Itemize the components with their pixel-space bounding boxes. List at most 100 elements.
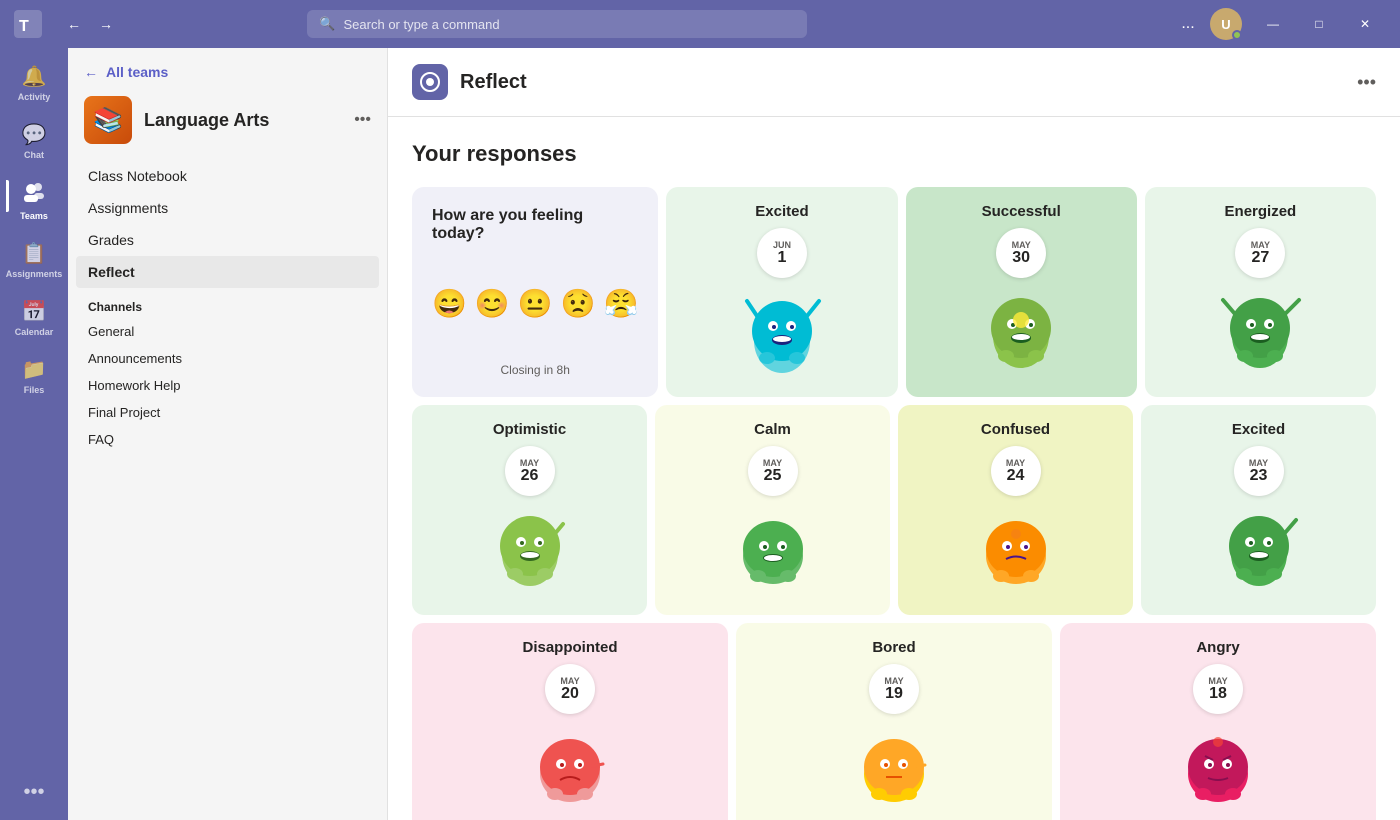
card-title-calm: Calm: [754, 421, 791, 438]
date-day: 27: [1251, 250, 1269, 266]
checkin-question: How are you feeling today?: [432, 207, 638, 243]
left-rail: 🔔 Activity 💬 Chat Teams 📋 Assignments �: [0, 48, 68, 820]
card-title-confused: Confused: [981, 421, 1050, 438]
monster-bored: [849, 722, 939, 817]
date-day: 19: [885, 686, 903, 702]
rail-more-button[interactable]: •••: [19, 773, 48, 812]
sidebar-item-assignments[interactable]: 📋 Assignments: [6, 233, 62, 287]
assignments-icon: 📋: [22, 241, 47, 266]
response-card-excited-may23[interactable]: Excited MAY 23: [1141, 405, 1376, 615]
nav-buttons: ← →: [60, 10, 120, 38]
all-teams-back-button[interactable]: ←: [84, 64, 98, 80]
close-button[interactable]: ✕: [1342, 0, 1388, 48]
titlebar-actions: ... U — □ ✕: [1174, 0, 1388, 48]
closing-text: Closing in 8h: [432, 363, 638, 377]
sidebar-item-files[interactable]: 📁 Files: [6, 349, 62, 403]
channel-general[interactable]: General: [68, 318, 387, 345]
emoji-happy[interactable]: 😊: [475, 287, 510, 320]
sidebar-item-teams[interactable]: Teams: [6, 172, 62, 229]
row2-grid: Optimistic MAY 26: [412, 405, 1376, 615]
reflect-label: Reflect: [88, 264, 135, 280]
monster-confused: [971, 504, 1061, 599]
response-card-successful[interactable]: Successful MAY 30: [906, 187, 1137, 397]
minimize-button[interactable]: —: [1250, 0, 1296, 48]
nav-assignments[interactable]: Assignments: [76, 192, 379, 224]
monster-optimistic: [485, 504, 575, 599]
card-date-jun1: JUN 1: [757, 228, 807, 278]
team-menu-button[interactable]: •••: [354, 111, 371, 129]
response-card-bored[interactable]: Bored MAY 19: [736, 623, 1052, 820]
assignments-label: Assignments: [88, 200, 168, 216]
card-title-disappointed: Disappointed: [522, 639, 617, 656]
files-icon: 📁: [22, 357, 47, 382]
monster-excited2: [1214, 504, 1304, 599]
emoji-neutral[interactable]: 😐: [518, 287, 553, 320]
nav-class-notebook[interactable]: Class Notebook: [76, 160, 379, 192]
date-day: 1: [778, 250, 787, 266]
response-card-angry[interactable]: Angry MAY 18: [1060, 623, 1376, 820]
avatar-initials: U: [1221, 17, 1230, 32]
all-teams-label: All teams: [106, 64, 168, 80]
main-content: Reflect ••• Your responses How are you f…: [388, 48, 1400, 820]
more-options-button[interactable]: ...: [1174, 10, 1202, 38]
response-card-disappointed[interactable]: Disappointed MAY 20: [412, 623, 728, 820]
class-notebook-label: Class Notebook: [88, 168, 187, 184]
card-date-may30: MAY 30: [996, 228, 1046, 278]
main-menu-button[interactable]: •••: [1357, 72, 1376, 93]
app-body: 🔔 Activity 💬 Chat Teams 📋 Assignments �: [0, 48, 1400, 820]
teams-icon: [23, 180, 45, 208]
channel-faq[interactable]: FAQ: [68, 426, 387, 453]
response-card-excited-jun1[interactable]: Excited JUN 1: [666, 187, 897, 397]
sidebar-header: ← All teams: [68, 48, 387, 88]
channel-announcements-label: Announcements: [88, 351, 182, 366]
nav-grades[interactable]: Grades: [76, 224, 379, 256]
window-controls: — □ ✕: [1250, 0, 1388, 48]
monster-disappointed: [525, 722, 615, 817]
svg-text:T: T: [19, 18, 29, 35]
sidebar-item-chat[interactable]: 💬 Chat: [6, 114, 62, 168]
emoji-very-happy[interactable]: 😄: [432, 287, 467, 320]
monster-calm: [728, 504, 818, 599]
more-icon: •••: [23, 781, 44, 804]
content-area: Your responses How are you feeling today…: [388, 117, 1400, 820]
card-title-successful: Successful: [982, 203, 1061, 220]
team-header: 📚 Language Arts •••: [68, 88, 387, 160]
date-day: 20: [561, 686, 579, 702]
avatar[interactable]: U: [1210, 8, 1242, 40]
emoji-angry[interactable]: 😤: [604, 287, 639, 320]
date-day: 18: [1209, 686, 1227, 702]
monster-excited: [737, 286, 827, 381]
sidebar-nav: Class Notebook Assignments Grades Reflec…: [68, 160, 387, 288]
back-button[interactable]: ←: [60, 10, 88, 38]
search-icon: 🔍: [319, 16, 335, 32]
channel-announcements[interactable]: Announcements: [68, 345, 387, 372]
maximize-button[interactable]: □: [1296, 0, 1342, 48]
card-title-excited2: Excited: [1232, 421, 1285, 438]
response-card-optimistic[interactable]: Optimistic MAY 26: [412, 405, 647, 615]
sidebar-item-calendar[interactable]: 📅 Calendar: [6, 291, 62, 345]
emoji-sad[interactable]: 😟: [561, 287, 596, 320]
card-date-may27: MAY 27: [1235, 228, 1285, 278]
response-card-confused[interactable]: Confused MAY 24: [898, 405, 1133, 615]
channels-section-title: Channels: [68, 288, 387, 318]
card-title-bored: Bored: [872, 639, 915, 656]
forward-button[interactable]: →: [92, 10, 120, 38]
search-bar[interactable]: 🔍 Search or type a command: [307, 10, 807, 38]
response-card-energized[interactable]: Energized MAY 27: [1145, 187, 1376, 397]
reflect-app-icon: [412, 64, 448, 100]
checkin-card[interactable]: How are you feeling today? 😄 😊 😐 😟 😤 Clo…: [412, 187, 658, 397]
grades-label: Grades: [88, 232, 134, 248]
nav-reflect[interactable]: Reflect: [76, 256, 379, 288]
row3-grid: Disappointed MAY 20: [412, 623, 1376, 820]
team-name: Language Arts: [144, 110, 342, 131]
response-card-calm[interactable]: Calm MAY 25: [655, 405, 890, 615]
calendar-icon: 📅: [22, 299, 47, 324]
card-title-energized: Energized: [1225, 203, 1297, 220]
date-day: 24: [1007, 468, 1025, 484]
presence-dot: [1232, 30, 1242, 40]
channel-final-project[interactable]: Final Project: [68, 399, 387, 426]
sidebar-item-activity[interactable]: 🔔 Activity: [6, 56, 62, 110]
channel-homework-help[interactable]: Homework Help: [68, 372, 387, 399]
channel-final-project-label: Final Project: [88, 405, 160, 420]
team-avatar-emoji: 📚: [93, 106, 123, 135]
